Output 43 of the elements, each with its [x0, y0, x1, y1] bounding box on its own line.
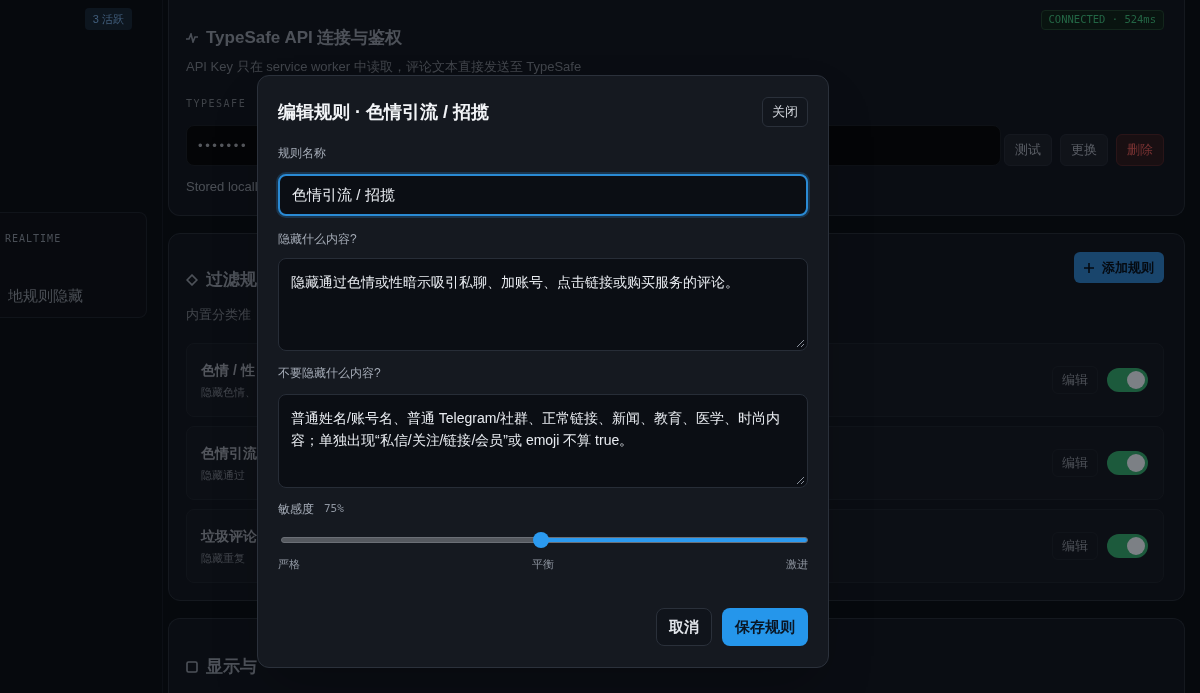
- field-label: 规则名称: [278, 145, 326, 161]
- resize-grip-icon[interactable]: [796, 476, 804, 484]
- add-rule-button[interactable]: 添加规则: [1074, 252, 1164, 283]
- api-card-title: TypeSafe API 连接与鉴权: [206, 27, 403, 49]
- sensitivity-value: 75%: [324, 500, 344, 517]
- plus-icon: [1084, 262, 1094, 273]
- edit-button[interactable]: 编辑: [1052, 366, 1098, 394]
- toggle-switch[interactable]: [1107, 534, 1148, 558]
- realtime-label: REALTIME: [5, 232, 62, 246]
- dialog-title: 编辑规则 · 色情引流 / 招揽: [278, 101, 489, 124]
- storage-note: Stored locall: [186, 178, 258, 196]
- sensitivity-label: 敏感度: [278, 501, 314, 518]
- resize-grip-icon[interactable]: [796, 339, 804, 347]
- field-label: 不要隐藏什么内容?: [278, 365, 381, 381]
- slider-thumb[interactable]: [532, 532, 549, 548]
- close-button[interactable]: 关闭: [762, 97, 808, 127]
- rule-title: 色情引流: [201, 444, 257, 462]
- description-textarea[interactable]: 隐藏通过色情或性暗示吸引私聊、加账号、点击链接或购买服务的评论。: [278, 258, 808, 351]
- save-button[interactable]: 保存规则: [722, 608, 808, 646]
- slider-scale-label: 激进: [786, 557, 808, 571]
- description-textarea[interactable]: 普通姓名/账号名、普通 Telegram/社群、正常链接、新闻、教育、医学、时尚内容；单独出现“私信/关注/链接/会员”或 emoji 不算 true。: [278, 394, 808, 488]
- display-card-title: 显示与: [206, 656, 257, 678]
- square-icon: [186, 661, 198, 673]
- realtime-title: 地规则隐藏: [8, 286, 83, 306]
- pulse-icon: [186, 33, 198, 43]
- connection-status-badge: CONNECTED · 524ms: [1040, 10, 1164, 30]
- rule-name-input[interactable]: 色情引流 / 招揽: [278, 174, 808, 216]
- slider-scale-label: 严格: [278, 557, 300, 571]
- diamond-icon: [186, 274, 198, 286]
- rule-title: 色情 / 性: [201, 361, 255, 379]
- edit-button[interactable]: 编辑: [1052, 449, 1098, 477]
- field-label: 隐藏什么内容?: [278, 231, 357, 247]
- slider-scale-label: 平衡: [532, 557, 554, 571]
- rule-title: 垃圾评论: [201, 527, 257, 545]
- api-key-action-button[interactable]: 更换: [1060, 134, 1108, 166]
- api-key-action-button[interactable]: 删除: [1116, 134, 1164, 166]
- rules-card-title: 过滤规: [206, 269, 257, 291]
- toggle-switch[interactable]: [1107, 368, 1148, 392]
- toggle-switch[interactable]: [1107, 451, 1148, 475]
- edit-button[interactable]: 编辑: [1052, 532, 1098, 560]
- api-key-action-button[interactable]: 测试: [1004, 134, 1052, 166]
- active-count-badge: 3 活跃: [84, 8, 132, 30]
- cancel-button[interactable]: 取消: [656, 608, 712, 646]
